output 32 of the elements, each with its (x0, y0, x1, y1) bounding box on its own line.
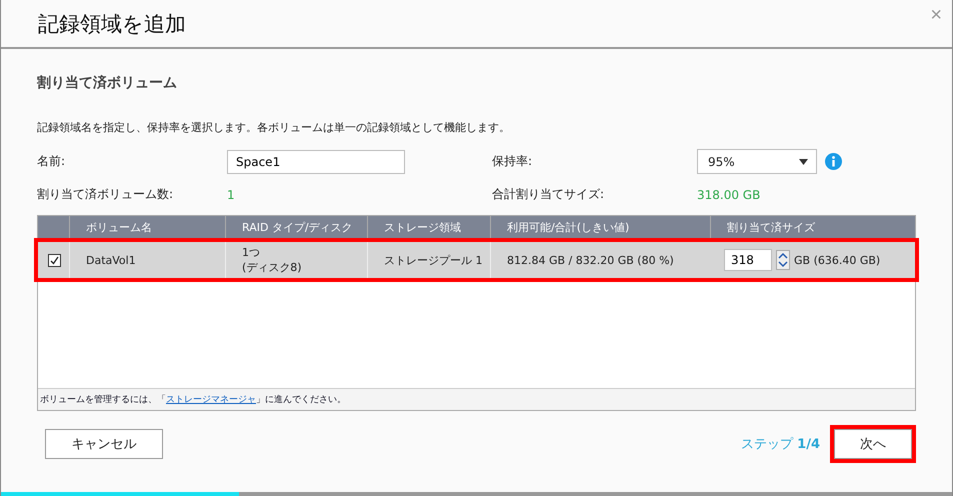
count-value: 1 (227, 188, 236, 202)
retention-label: 保持率: (492, 153, 534, 170)
step-indicator: ステップ 1/4 (741, 436, 820, 453)
name-label: 名前: (37, 153, 66, 170)
column-header: 利用可能/合計(しきい値) (490, 216, 710, 238)
total-label: 合計割り当てサイズ: (492, 186, 606, 203)
spinner-icon[interactable] (776, 250, 790, 270)
cancel-button[interactable]: キャンセル (45, 429, 163, 459)
column-header: RAID タイプ/ディスク (225, 216, 367, 238)
dialog-title: 記録領域を追加 (38, 10, 186, 38)
storage-pool: ストレージプール 1 (384, 252, 484, 268)
column-header: 割り当て済サイズ (710, 216, 915, 238)
column-header: ストレージ領域 (367, 216, 490, 238)
total-value: 318.00 GB (697, 188, 762, 202)
footer-note: ボリュームを管理するには、「ストレージマネージャ」に進んでください。 (40, 394, 346, 406)
volume-row[interactable]: DataVol1 1つ (ディスク8) ストレージプール 1 812.84 GB / 832.20 GB (80 %) 318 GB (636.40 GB) (38, 242, 915, 278)
caret-icon (799, 158, 808, 164)
storage-manager-link[interactable]: ストレージマネージャ (166, 395, 256, 405)
column-header: ボリューム名 (69, 216, 225, 238)
section-title: 割り当て済ボリューム (37, 74, 178, 92)
disk-info: (ディスク8) (242, 260, 303, 275)
description-text: 記録領域名を指定し、保持率を選択します。各ボリュームは単一の記録領域として機能します。 (37, 120, 511, 135)
count-label: 割り当て済ボリューム数: (37, 186, 174, 203)
capacity-text: 812.84 GB / 832.20 GB (80 %) (507, 254, 675, 266)
info-icon[interactable] (825, 153, 842, 170)
raid-type: 1つ (242, 245, 261, 260)
volume-name: DataVol1 (86, 254, 137, 266)
retention-dropdown[interactable]: 95% (697, 149, 817, 174)
name-field[interactable]: Space1 (227, 150, 405, 174)
size-field[interactable]: 318 (724, 249, 772, 271)
checkbox[interactable] (48, 254, 61, 266)
size-unit: GB (636.40 GB) (794, 254, 880, 266)
